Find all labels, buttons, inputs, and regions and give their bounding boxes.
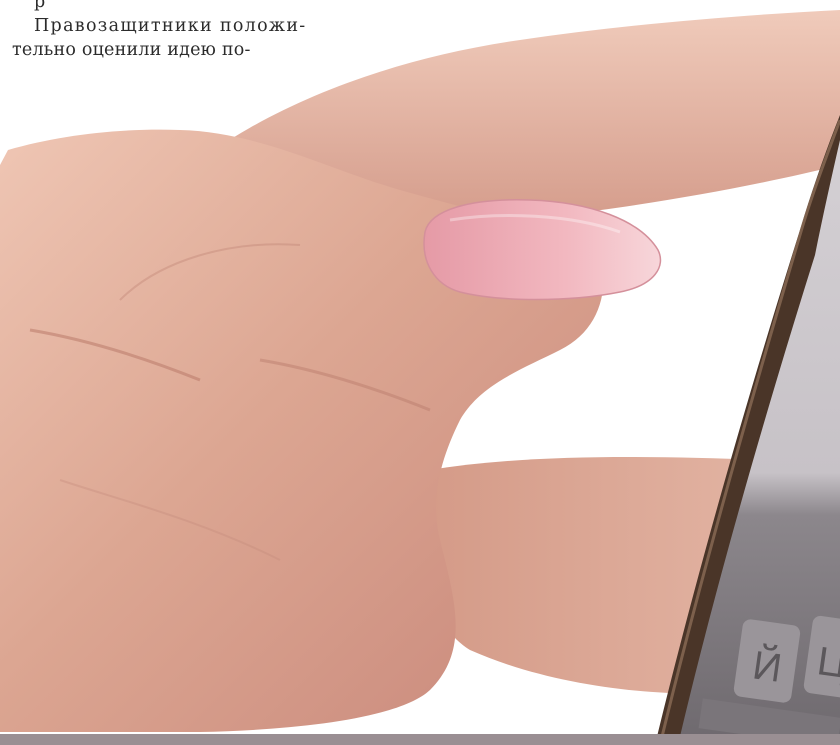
article-line: тельно оценили идею по- bbox=[12, 40, 251, 60]
bottom-color-band bbox=[0, 734, 840, 745]
magazine-page: Й Ц р Правозащитники положи- тельно оцен… bbox=[0, 0, 840, 745]
thumb-nail bbox=[423, 199, 662, 301]
hand-with-smartphone-photo: Й Ц bbox=[0, 10, 840, 745]
article-text: р Правозащитники положи- тельно оценили … bbox=[12, 0, 312, 62]
article-line: Правозащитники положи- bbox=[34, 16, 307, 36]
keyboard-key-1: Й bbox=[733, 619, 801, 703]
article-cut-line: р bbox=[34, 0, 46, 12]
